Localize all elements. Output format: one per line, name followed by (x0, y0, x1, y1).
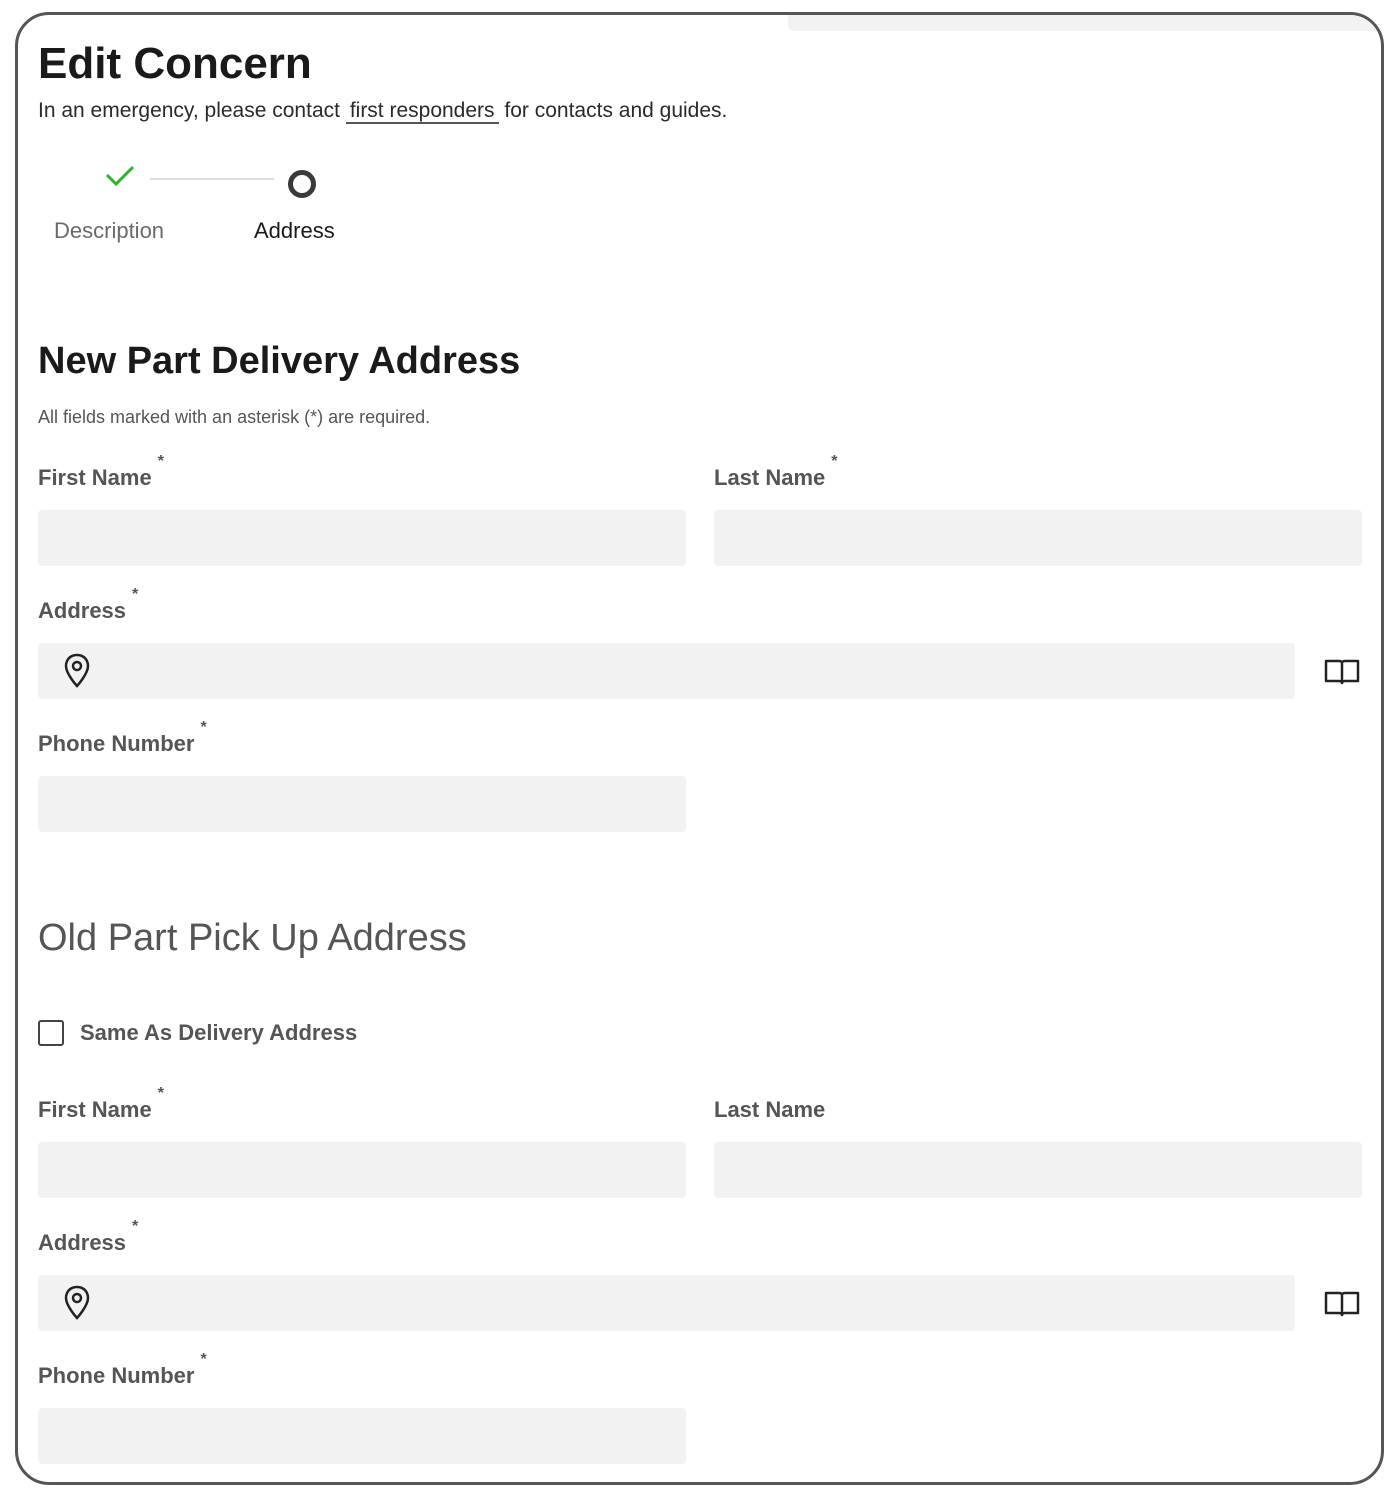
step-description[interactable]: Description (54, 218, 164, 244)
delivery-phone-input[interactable] (38, 776, 686, 832)
address-book-icon[interactable] (1323, 657, 1361, 685)
delivery-address-label: Address * (38, 586, 138, 624)
label-text: Address (38, 1230, 127, 1255)
delivery-heading: New Part Delivery Address (38, 340, 521, 382)
emergency-notice: In an emergency, please contact first re… (38, 99, 728, 124)
required-asterisk: * (200, 719, 207, 736)
required-asterisk: * (132, 586, 139, 603)
required-asterisk: * (157, 1085, 164, 1102)
top-bar (788, 15, 1381, 31)
delivery-phone-label: Phone Number * (38, 719, 207, 757)
pickup-first-name-label: First Name * (38, 1085, 164, 1123)
label-text: First Name (38, 1097, 152, 1122)
pickup-last-name-label: Last Name (714, 1097, 825, 1123)
checkmark-icon (105, 165, 135, 187)
label-text: First Name (38, 465, 152, 490)
delivery-address-input[interactable] (38, 643, 1295, 699)
label-text: Last Name (714, 1097, 826, 1122)
pickup-address-label: Address * (38, 1218, 138, 1256)
stepper-connector (150, 178, 274, 180)
step-address[interactable]: Address (254, 218, 335, 244)
label-text: Address (38, 598, 127, 623)
first-responders-link[interactable]: first responders (345, 99, 499, 124)
delivery-first-name-input[interactable] (38, 510, 686, 566)
pickup-phone-input[interactable] (38, 1408, 686, 1464)
same-as-delivery-label[interactable]: Same As Delivery Address (80, 1020, 357, 1046)
map-pin-icon (64, 1285, 90, 1320)
map-pin-icon (64, 653, 90, 688)
address-book-icon[interactable] (1323, 1289, 1361, 1317)
label-text: Phone Number (38, 731, 195, 756)
required-asterisk: * (157, 453, 164, 470)
delivery-first-name-label: First Name * (38, 453, 164, 491)
page-title: Edit Concern (38, 39, 312, 88)
same-as-delivery-checkbox[interactable] (38, 1020, 64, 1046)
label-text: Phone Number (38, 1363, 195, 1388)
pickup-address-input[interactable] (38, 1275, 1295, 1331)
pickup-phone-label: Phone Number * (38, 1351, 207, 1389)
required-asterisk: * (200, 1351, 207, 1368)
pickup-last-name-input[interactable] (714, 1142, 1362, 1198)
required-hint: All fields marked with an asterisk (*) a… (38, 407, 431, 427)
required-asterisk: * (831, 453, 838, 470)
edit-concern-panel: Edit Concern In an emergency, please con… (15, 12, 1384, 1485)
notice-prefix: In an emergency, please contact (38, 99, 340, 122)
required-asterisk: * (132, 1218, 139, 1235)
delivery-last-name-input[interactable] (714, 510, 1362, 566)
pickup-first-name-input[interactable] (38, 1142, 686, 1198)
circle-icon (288, 170, 316, 198)
delivery-last-name-label: Last Name * (714, 453, 838, 491)
pickup-heading: Old Part Pick Up Address (38, 917, 467, 959)
notice-suffix: for contacts and guides. (504, 99, 728, 122)
label-text: Last Name (714, 465, 826, 490)
